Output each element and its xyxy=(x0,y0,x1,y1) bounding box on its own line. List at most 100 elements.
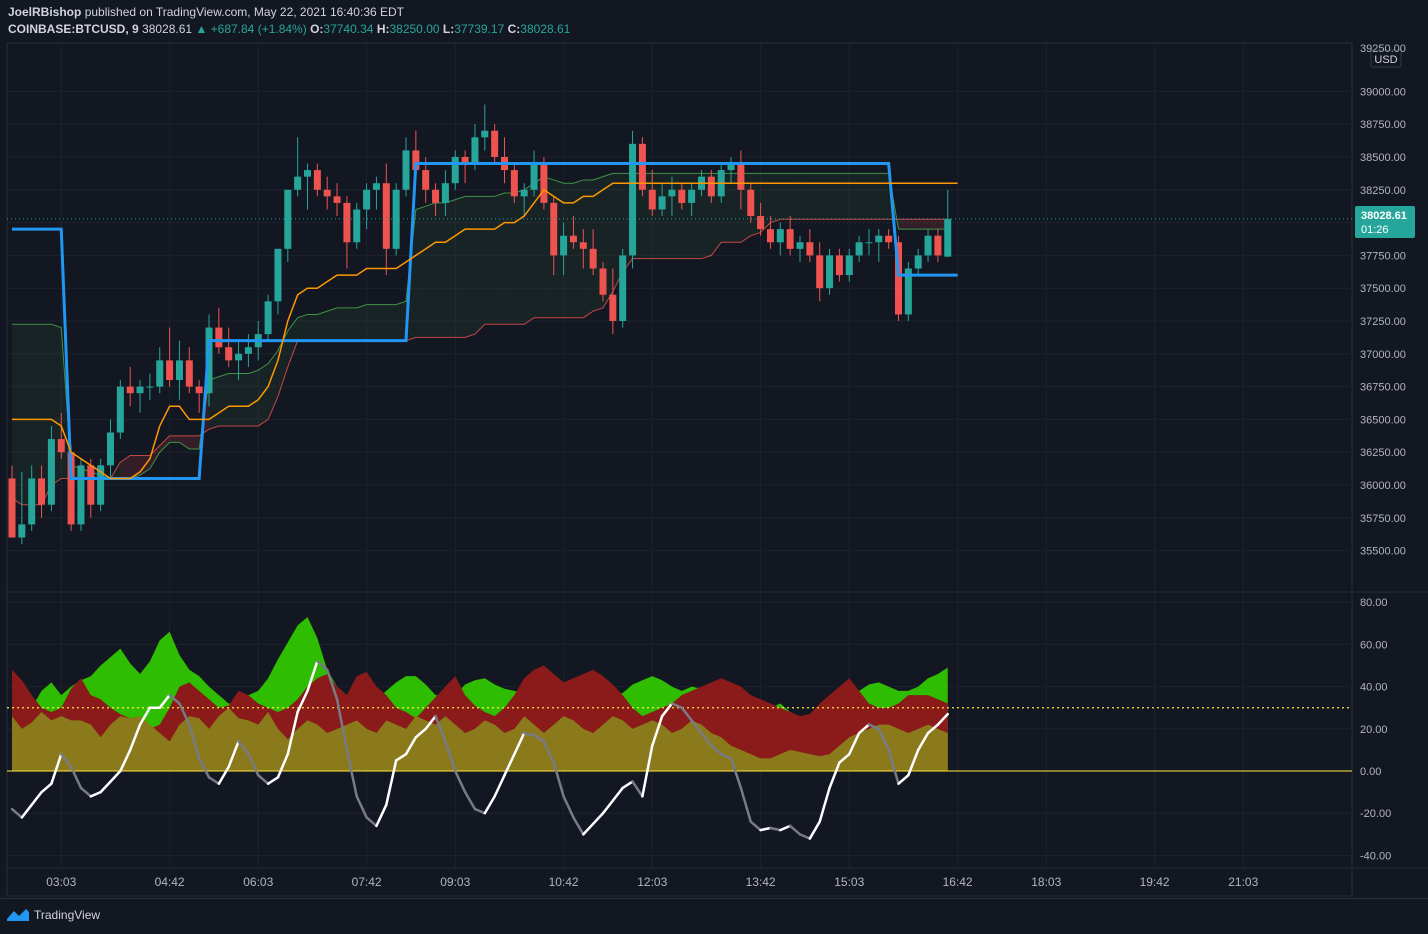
candle-body[interactable] xyxy=(776,229,784,243)
candle-body[interactable] xyxy=(885,235,893,243)
time-tick-label: 18:03 xyxy=(1031,875,1061,889)
candle-body[interactable] xyxy=(235,353,243,361)
candle-body[interactable] xyxy=(225,347,233,361)
candle-body[interactable] xyxy=(796,242,804,249)
candle-body[interactable] xyxy=(530,163,538,190)
candle-body[interactable] xyxy=(924,235,932,256)
candle-body[interactable] xyxy=(28,478,36,525)
candle-body[interactable] xyxy=(402,150,410,190)
candle-body[interactable] xyxy=(136,386,144,394)
candle-body[interactable] xyxy=(451,156,459,184)
candle-body[interactable] xyxy=(599,268,607,295)
candle-body[interactable] xyxy=(757,216,765,230)
candle-body[interactable] xyxy=(855,242,863,256)
candle-body[interactable] xyxy=(560,235,568,256)
candle-body[interactable] xyxy=(18,524,26,538)
candle-body[interactable] xyxy=(540,163,548,203)
candle-body[interactable] xyxy=(678,189,686,203)
candle-body[interactable] xyxy=(166,360,174,381)
cloud-segment xyxy=(455,196,466,338)
candle-body[interactable] xyxy=(658,196,666,210)
candle-body[interactable] xyxy=(619,255,627,321)
candle-body[interactable] xyxy=(392,189,400,249)
candle-body[interactable] xyxy=(77,465,85,525)
candle-body[interactable] xyxy=(865,242,873,244)
candle-body[interactable] xyxy=(737,163,745,190)
candle-body[interactable] xyxy=(471,137,479,164)
candle-body[interactable] xyxy=(786,229,794,249)
candle-body[interactable] xyxy=(294,176,302,190)
candle-body[interactable] xyxy=(441,183,449,203)
candle-body[interactable] xyxy=(313,170,321,190)
tradingview-logo-icon[interactable] xyxy=(6,907,30,923)
chart-canvas[interactable]: 39000.0038750.0038500.0038250.0038000.00… xyxy=(0,0,1428,898)
candle-body[interactable] xyxy=(934,235,942,256)
candle-body[interactable] xyxy=(707,176,715,197)
candle-body[interactable] xyxy=(363,189,371,210)
candle-body[interactable] xyxy=(244,347,252,354)
candle-body[interactable] xyxy=(382,183,390,249)
candle-body[interactable] xyxy=(806,242,814,256)
cloud-segment xyxy=(366,304,377,341)
price-tick-label: 36250.00 xyxy=(1360,447,1406,459)
candle-body[interactable] xyxy=(304,170,311,177)
candle-body[interactable] xyxy=(835,255,843,276)
candle-body[interactable] xyxy=(353,209,361,243)
candle-body[interactable] xyxy=(215,327,223,348)
candle-body[interactable] xyxy=(481,130,489,138)
cloud-segment xyxy=(819,173,830,220)
oscillator-tick-label: 20.00 xyxy=(1360,724,1388,736)
candle-body[interactable] xyxy=(274,248,282,302)
candle-body[interactable] xyxy=(175,360,183,381)
candle-body[interactable] xyxy=(569,235,577,243)
cloud-segment xyxy=(514,189,525,325)
candle-body[interactable] xyxy=(185,360,193,387)
candle-body[interactable] xyxy=(875,235,883,243)
candle-body[interactable] xyxy=(845,255,853,276)
oscillator-tick-label: -20.00 xyxy=(1360,808,1391,820)
candle-body[interactable] xyxy=(323,189,331,197)
candle-body[interactable] xyxy=(510,170,518,197)
candle-body[interactable] xyxy=(57,439,65,453)
oscillator-axis[interactable]: 80.00 60.00 40.00 20.00 0.00 -20.00 -40.00 xyxy=(1360,597,1391,862)
candle-body[interactable] xyxy=(826,255,834,289)
candle-body[interactable] xyxy=(87,465,95,505)
cloud-segment xyxy=(878,173,889,220)
candle-body[interactable] xyxy=(944,218,952,257)
time-tick-label: 16:42 xyxy=(943,875,973,889)
candle-body[interactable] xyxy=(491,130,499,157)
candle-body[interactable] xyxy=(816,255,824,289)
candle-body[interactable] xyxy=(8,478,16,538)
candle-body[interactable] xyxy=(47,439,55,505)
candle-body[interactable] xyxy=(579,242,587,249)
cloud-segment xyxy=(425,202,436,338)
candle-body[interactable] xyxy=(195,386,203,394)
candle-body[interactable] xyxy=(688,189,696,203)
candle-body[interactable] xyxy=(116,386,124,433)
brand-label[interactable]: TradingView xyxy=(34,908,100,922)
candle-body[interactable] xyxy=(520,189,528,197)
candle-body[interactable] xyxy=(766,229,774,243)
candle-body[interactable] xyxy=(38,478,46,505)
candle-body[interactable] xyxy=(629,143,637,256)
candle-body[interactable] xyxy=(156,360,164,387)
candle-body[interactable] xyxy=(107,432,114,466)
candle-body[interactable] xyxy=(422,170,430,190)
candle-body[interactable] xyxy=(372,183,380,190)
candle-body[interactable] xyxy=(609,294,617,321)
candle-body[interactable] xyxy=(550,202,558,256)
candle-body[interactable] xyxy=(747,189,755,217)
candle-body[interactable] xyxy=(146,386,154,388)
cloud-segment xyxy=(671,173,682,259)
candle-body[interactable] xyxy=(343,202,351,243)
candle-body[interactable] xyxy=(333,196,341,203)
candle-body[interactable] xyxy=(648,189,656,210)
candle-body[interactable] xyxy=(668,189,676,197)
candle-body[interactable] xyxy=(126,386,134,394)
cloud-segment xyxy=(376,304,387,341)
candle-body[interactable] xyxy=(264,301,272,335)
candle-body[interactable] xyxy=(432,189,440,203)
candle-body[interactable] xyxy=(589,248,597,269)
price-axis[interactable]: 39000.0038750.0038500.0038250.0038000.00… xyxy=(1360,86,1406,557)
candle-body[interactable] xyxy=(914,255,922,269)
